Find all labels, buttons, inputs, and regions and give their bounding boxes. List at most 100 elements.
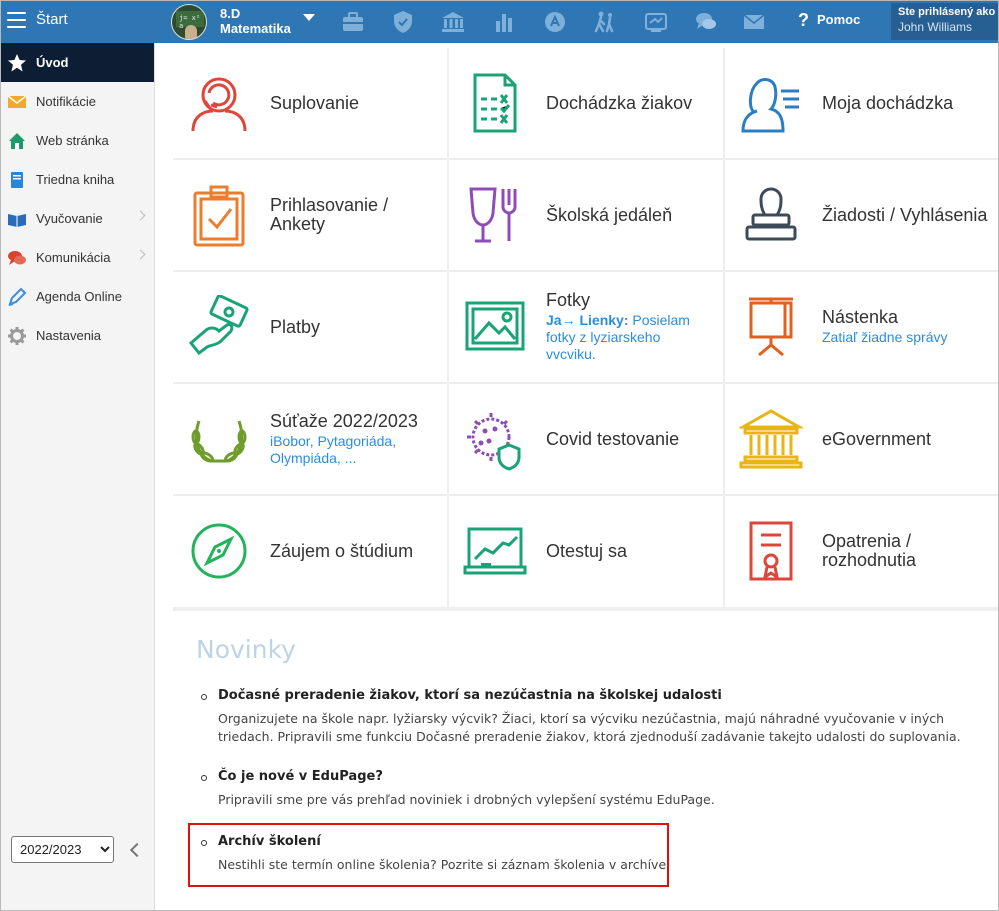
tile-covid-testovanie[interactable]: Covid testovanie — [449, 384, 723, 494]
question-icon: ? — [798, 10, 809, 30]
news-title: Novinky — [196, 635, 296, 664]
tile-opatrenia-rozhodnutia[interactable]: Opatrenia / rozhodnutia — [725, 496, 998, 606]
highlight-box — [188, 823, 669, 887]
tile-title: Suplovanie — [270, 92, 360, 113]
chevron-down-icon[interactable] — [303, 14, 315, 21]
news-heading[interactable]: Dočasné preradenie žiakov, ktorí sa nezú… — [218, 688, 722, 703]
teacher-icon[interactable] — [542, 9, 568, 35]
tile-ziadosti-vyhlasenia[interactable]: Žiadosti / Vyhlásenia — [725, 160, 998, 270]
tile-otestuj-sa[interactable]: Otestuj sa — [449, 496, 723, 606]
tile-suplovanie[interactable]: Suplovanie — [173, 48, 447, 158]
sidebar-item-label: Nastavenia — [36, 328, 102, 343]
class-name: 8.D — [220, 6, 241, 21]
bullet-icon — [201, 694, 207, 700]
chevron-right-icon — [135, 249, 146, 260]
tile-title: Dochádzka žiakov — [546, 92, 693, 113]
payment-hand-icon — [187, 294, 251, 359]
tile-nastenka[interactable]: Nástenka Zatiaľ žiadne správy — [725, 272, 998, 382]
sidebar-item-label: Triedna kniha — [36, 172, 115, 187]
tile-subtitle: Ja→ Lienky: Posielam fotky z lyziarskeho… — [546, 312, 706, 363]
school-year-select[interactable]: 2022/2023 — [11, 836, 114, 863]
pen-icon — [7, 287, 27, 307]
sidebar-item-agenda-online[interactable]: Agenda Online — [1, 277, 154, 316]
tile-egovernment[interactable]: eGovernment — [725, 384, 998, 494]
envelope-icon — [7, 92, 27, 112]
sidebar-item-label: Web stránka — [36, 133, 109, 148]
tile-dochadzka-ziakov[interactable]: Dochádzka žiakov — [449, 48, 723, 158]
sidebar-item-label: Vyučovanie — [36, 211, 103, 226]
star-icon — [7, 53, 27, 73]
chart-board-icon — [463, 519, 527, 583]
shield-icon[interactable] — [390, 9, 416, 35]
laurel-icon — [187, 407, 251, 471]
home-icon — [7, 131, 27, 151]
open-book-icon — [7, 209, 27, 229]
stamp-icon — [739, 183, 803, 247]
tile-subtitle: iBobor, Pytagoriáda, Olympiáda, ... — [270, 432, 397, 466]
chevron-right-icon — [135, 210, 146, 221]
walking-icon[interactable] — [592, 9, 618, 35]
tile-title: Súťaže 2022/2023 — [270, 410, 418, 431]
sidebar-item-vyucovanie[interactable]: Vyučovanie — [1, 199, 154, 238]
start-label[interactable]: Štart — [36, 11, 68, 28]
tile-zaujem-o-studium[interactable]: Záujem o štúdium — [173, 496, 447, 606]
class-selector[interactable]: 8.D Matematika — [220, 6, 291, 36]
collapse-sidebar-icon[interactable] — [129, 842, 145, 858]
sidebar-item-label: Notifikácie — [36, 94, 96, 109]
bullet-icon — [201, 775, 207, 781]
tile-title: Žiadosti / Vyhlásenia — [822, 204, 988, 225]
sidebar-item-triedna-kniha[interactable]: Triedna kniha — [1, 160, 154, 199]
my-attendance-icon — [739, 71, 803, 135]
sidebar-item-web-stranka[interactable]: Web stránka — [1, 121, 154, 160]
tile-moja-dochadzka[interactable]: Moja dochádzka — [725, 48, 998, 158]
news-body: Pripravili sme pre vás prehľad noviniek … — [218, 792, 715, 807]
mail-icon[interactable] — [741, 9, 767, 35]
top-bar: Štart j= x² a 8.D Matematika ? Pomoc Ste… — [1, 1, 998, 43]
news-heading[interactable]: Čo je nové v EduPage? — [218, 769, 383, 784]
sidebar-item-uvod[interactable]: Úvod — [1, 43, 154, 82]
photo-icon — [463, 295, 527, 359]
bar-chart-icon[interactable] — [491, 9, 517, 35]
divider — [173, 607, 998, 611]
certificate-icon — [739, 519, 803, 583]
canteen-icon — [463, 183, 527, 247]
chat-icon[interactable] — [693, 9, 719, 35]
logged-in-label: Ste prihlásený ako — [898, 6, 996, 18]
subject-name: Matematika — [220, 21, 291, 36]
class-avatar[interactable]: j= x² a — [171, 4, 207, 40]
sidebar-item-nastavenia[interactable]: Nastavenia — [1, 316, 154, 355]
tile-sutaze[interactable]: Súťaže 2022/2023 iBobor, Pytagoriáda, Ol… — [173, 384, 447, 494]
user-box[interactable]: Ste prihlásený ako John Williams — [891, 3, 998, 40]
news-body: Organizujete na škole napr. lyžiarsky vý… — [218, 711, 961, 744]
tile-subtitle: Zatiaľ žiadne správy — [822, 329, 948, 345]
tile-skolska-jedalen[interactable]: Školská jedáleň — [449, 160, 723, 270]
sidebar-item-komunikacia[interactable]: Komunikácia — [1, 238, 154, 277]
tile-fotky[interactable]: Fotky Ja→ Lienky: Posielam fotky z lyzia… — [449, 272, 723, 382]
help-button[interactable]: ? Pomoc — [798, 10, 860, 31]
tile-title: eGovernment — [822, 428, 932, 449]
bank-icon[interactable] — [440, 9, 466, 35]
tile-title: Moja dochádzka — [822, 92, 954, 113]
tile-platby[interactable]: Platby — [173, 272, 447, 382]
sidebar-item-label: Komunikácia — [36, 250, 111, 265]
sidebar-item-notifikacie[interactable]: Notifikácie — [1, 82, 154, 121]
user-name: John Williams — [898, 20, 973, 34]
help-label: Pomoc — [817, 12, 861, 27]
easel-icon — [739, 295, 803, 359]
substitute-icon — [187, 71, 251, 135]
screen-cast-icon[interactable] — [643, 9, 669, 35]
chat-bubbles-icon — [7, 248, 27, 268]
sidebar-item-label: Agenda Online — [36, 289, 123, 304]
tile-title: Školská jedáleň — [546, 204, 673, 225]
briefcase-icon[interactable] — [340, 9, 366, 35]
virus-shield-icon — [463, 407, 527, 471]
tile-title: Prihlasovanie / Ankety — [270, 195, 389, 234]
tile-title: Otestuj sa — [546, 540, 628, 561]
tile-title: Záujem o štúdium — [270, 540, 414, 561]
menu-icon[interactable] — [7, 12, 26, 28]
attendance-list-icon — [463, 71, 527, 135]
app-window: Štart j= x² a 8.D Matematika ? Pomoc Ste… — [0, 0, 999, 911]
sidebar: Úvod Notifikácie Web stránka Triedna kni… — [1, 43, 155, 910]
compass-icon — [187, 519, 251, 583]
tile-prihlasovanie-ankety[interactable]: Prihlasovanie / Ankety — [173, 160, 447, 270]
